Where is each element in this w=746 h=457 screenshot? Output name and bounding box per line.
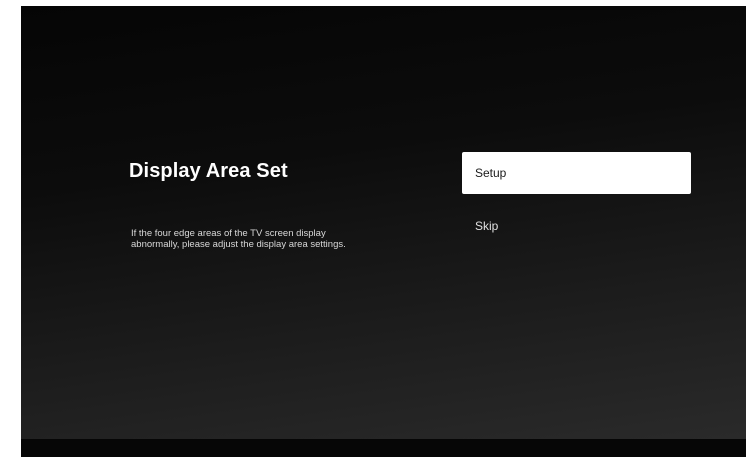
options-menu: Setup Skip: [462, 152, 691, 247]
page-description: If the four edge areas of the TV screen …: [131, 228, 421, 250]
bottom-bar: [21, 439, 746, 457]
skip-button-label: Skip: [475, 219, 499, 233]
screenshot-frame: Display Area Set If the four edge areas …: [0, 0, 746, 457]
skip-button[interactable]: Skip: [462, 205, 691, 247]
tv-screen: Display Area Set If the four edge areas …: [21, 6, 746, 439]
setup-button[interactable]: Setup: [462, 152, 691, 194]
page-title: Display Area Set: [129, 160, 288, 182]
description-line-2: abnormally, please adjust the display ar…: [131, 239, 346, 250]
description-line-1: If the four edge areas of the TV screen …: [131, 228, 326, 239]
setup-button-label: Setup: [475, 166, 507, 180]
